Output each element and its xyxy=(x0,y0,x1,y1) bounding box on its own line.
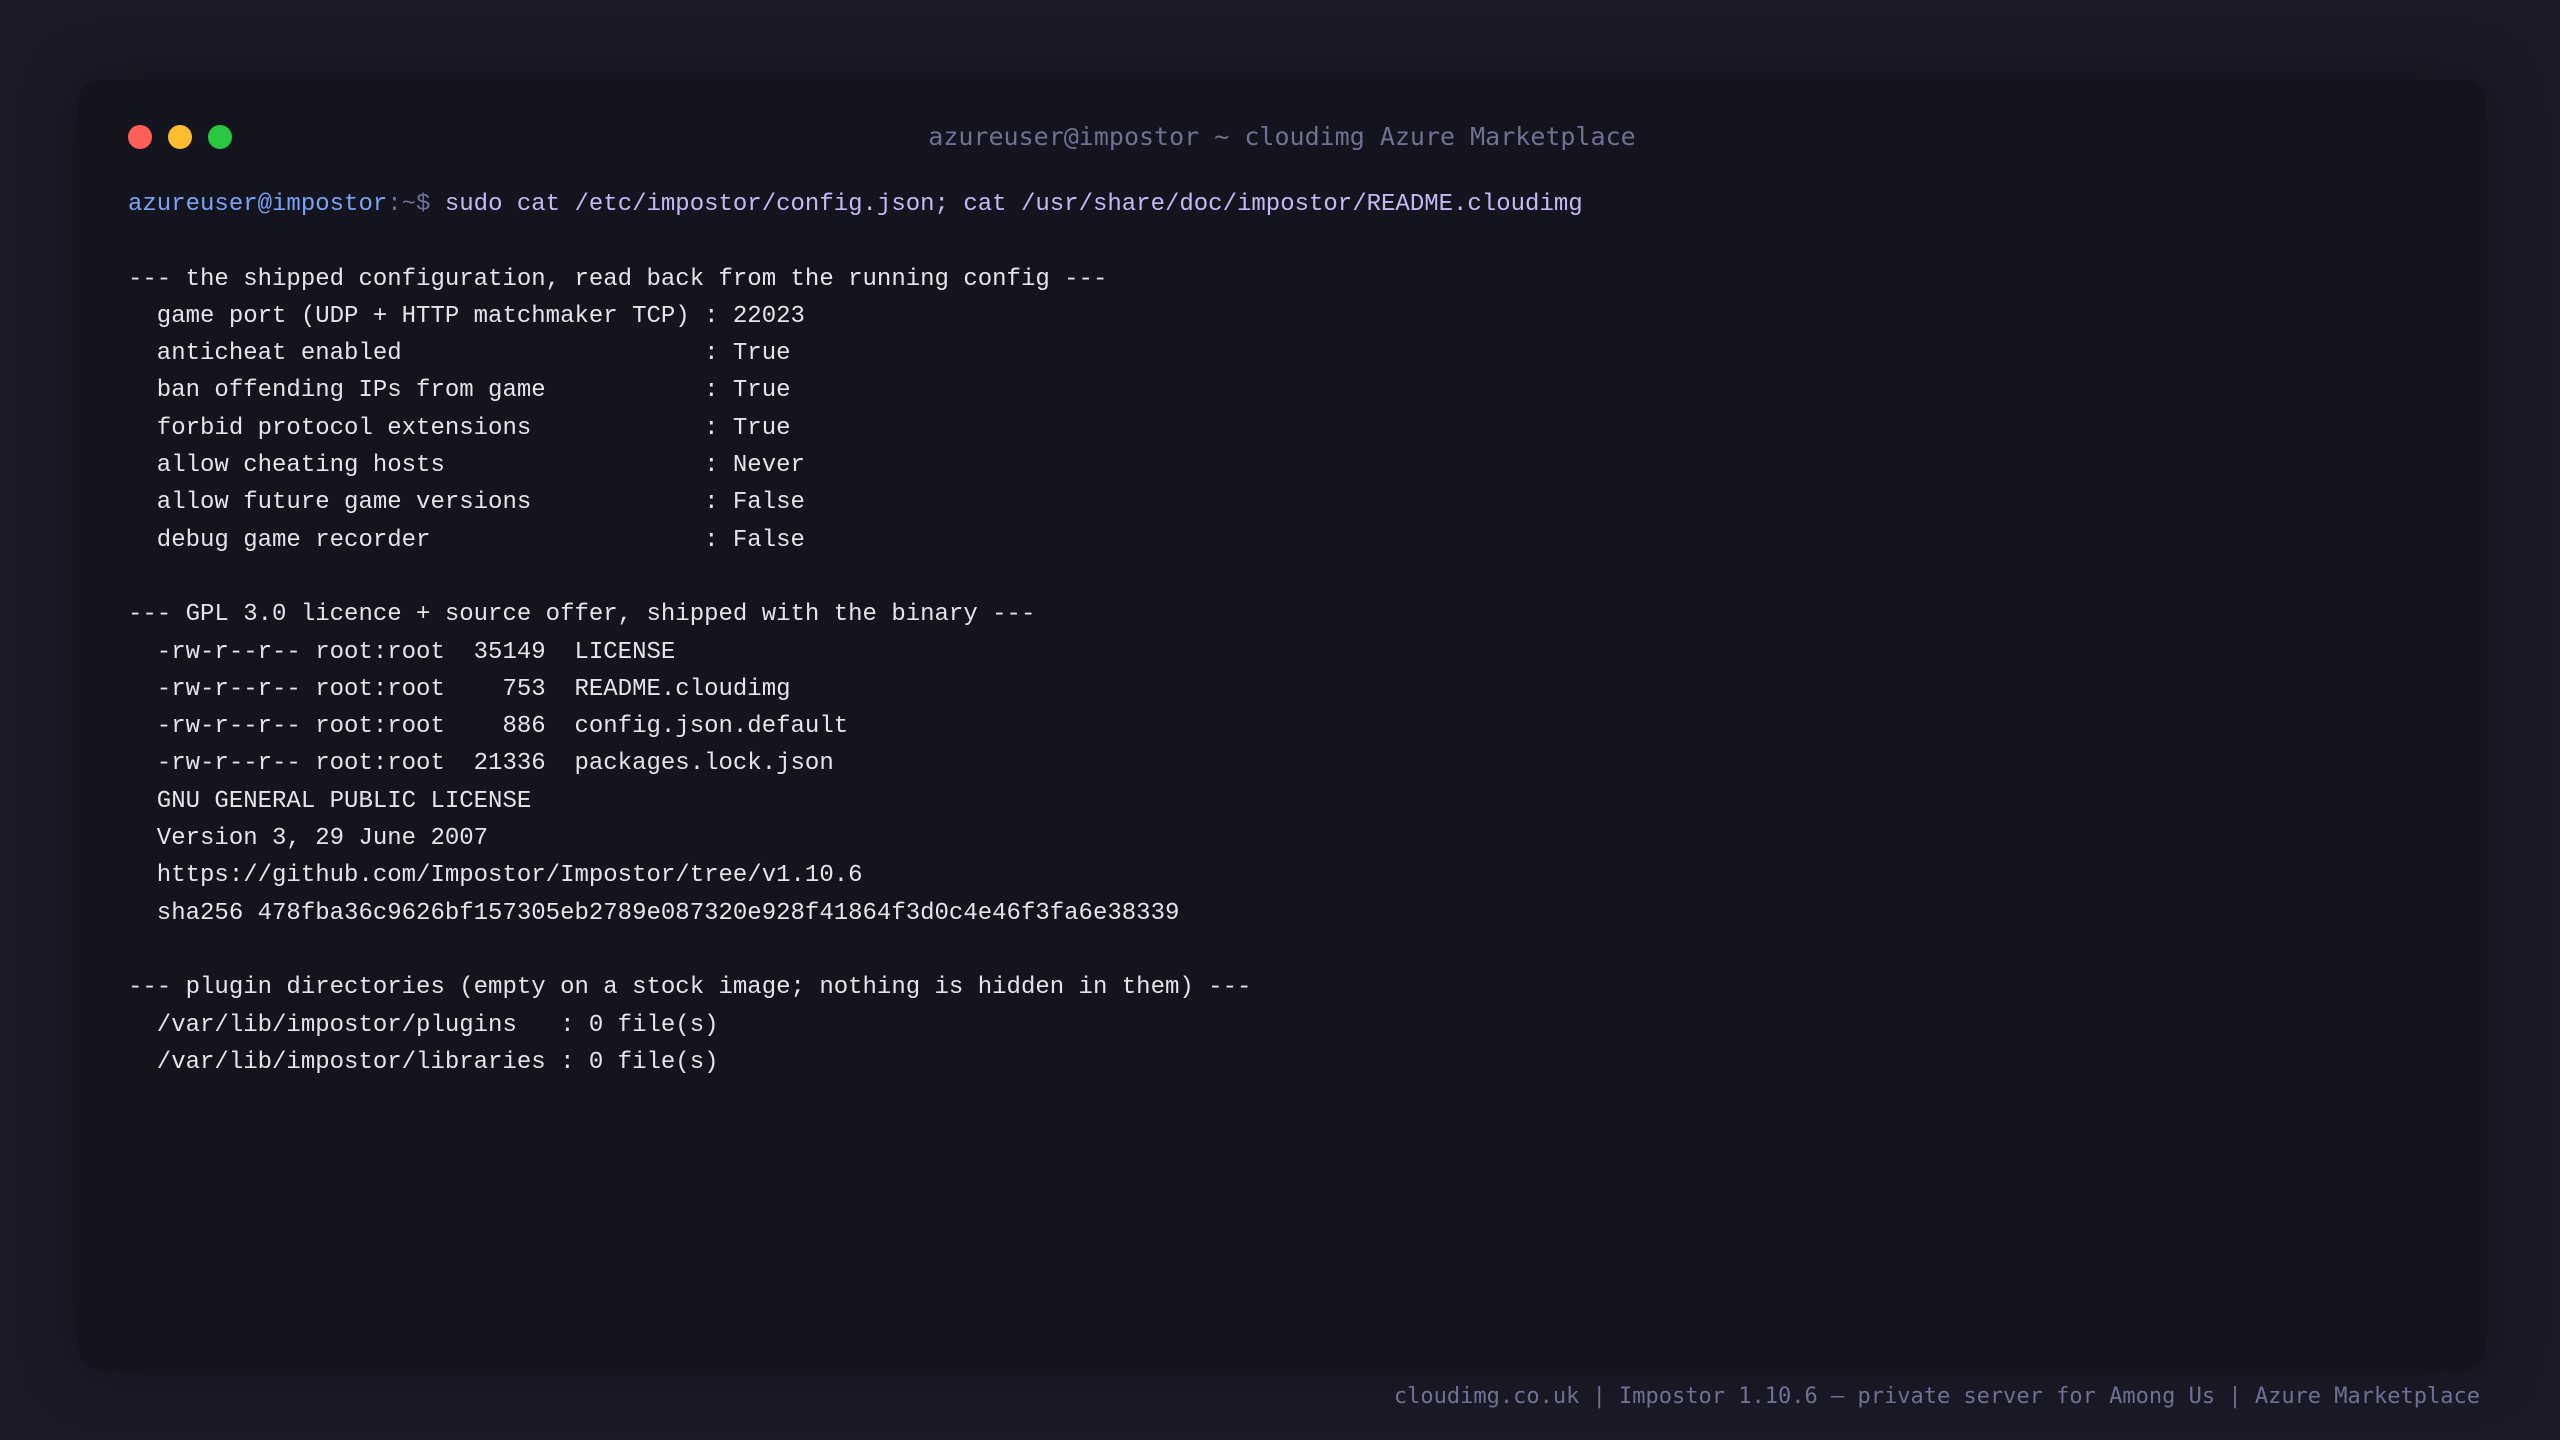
licence-line: sha256 478fba36c9626bf157305eb2789e08732… xyxy=(128,899,1180,927)
section-header-config: --- the shipped configuration, read back… xyxy=(128,265,1108,293)
config-line: anticheat enabled : True xyxy=(128,340,791,368)
config-line: debug game recorder : False xyxy=(128,526,805,554)
config-line: allow cheating hosts : Never xyxy=(128,452,805,480)
licence-line: -rw-r--r-- root:root 35149 LICENSE xyxy=(128,638,676,666)
window-title: azureuser@impostor ~ cloudimg Azure Mark… xyxy=(928,122,1636,151)
config-line: allow future game versions : False xyxy=(128,489,805,517)
licence-line: Version 3, 29 June 2007 xyxy=(128,825,489,853)
command-line: azureuser@impostor:~$ sudo cat /etc/impo… xyxy=(128,186,2446,223)
config-line: forbid protocol extensions : True xyxy=(128,414,791,442)
plugins-line: /var/lib/impostor/libraries : 0 file(s) xyxy=(128,1048,719,1076)
licence-line: -rw-r--r-- root:root 21336 packages.lock… xyxy=(128,750,834,778)
title-bar: azureuser@impostor ~ cloudimg Azure Mark… xyxy=(78,80,2486,190)
section-header-plugins: --- plugin directories (empty on a stock… xyxy=(128,974,1252,1002)
config-line: ban offending IPs from game : True xyxy=(128,377,791,405)
licence-line: -rw-r--r-- root:root 886 config.json.def… xyxy=(128,713,849,741)
command-text: sudo cat /etc/impostor/config.json; cat … xyxy=(444,191,1583,218)
licence-line: GNU GENERAL PUBLIC LICENSE xyxy=(128,787,532,815)
prompt-path: :~$ xyxy=(387,191,445,218)
plugins-line: /var/lib/impostor/plugins : 0 file(s) xyxy=(128,1011,719,1039)
terminal-window: azureuser@impostor ~ cloudimg Azure Mark… xyxy=(78,80,2486,1370)
config-line: game port (UDP + HTTP matchmaker TCP) : … xyxy=(128,302,805,330)
section-header-licence: --- GPL 3.0 licence + source offer, ship… xyxy=(128,601,1036,629)
licence-line: -rw-r--r-- root:root 753 README.cloudimg xyxy=(128,675,791,703)
licence-line: https://github.com/Impostor/Impostor/tre… xyxy=(128,862,863,890)
prompt-user-host: azureuser@impostor xyxy=(128,191,388,218)
terminal-output[interactable]: azureuser@impostor:~$ sudo cat /etc/impo… xyxy=(128,186,2446,1081)
footer-caption: cloudimg.co.uk | Impostor 1.10.6 — priva… xyxy=(1393,1384,2480,1409)
